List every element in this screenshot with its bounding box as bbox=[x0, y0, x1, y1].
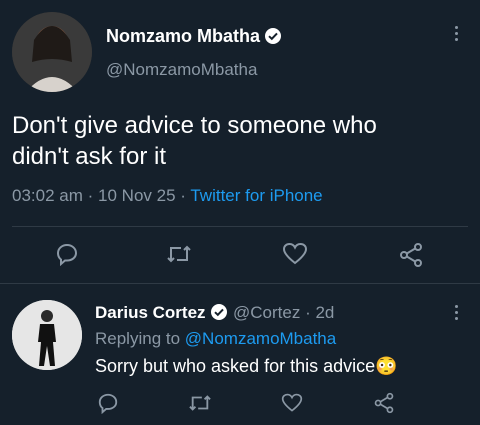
retweet-icon[interactable] bbox=[188, 392, 212, 414]
author-avatar[interactable] bbox=[12, 12, 92, 92]
share-icon[interactable] bbox=[373, 392, 395, 414]
meta-separator: · bbox=[305, 303, 311, 322]
replying-prefix: Replying to bbox=[95, 329, 181, 348]
heart-icon[interactable] bbox=[282, 242, 308, 266]
meta-separator: · bbox=[87, 186, 94, 205]
tweet-time: 03:02 am bbox=[12, 186, 83, 205]
meta-separator: · bbox=[180, 186, 186, 205]
heart-icon[interactable] bbox=[281, 392, 303, 414]
verified-badge-icon bbox=[210, 303, 228, 321]
more-vertical-icon[interactable] bbox=[455, 26, 458, 41]
replying-to: Replying to @NomzamoMbatha bbox=[95, 329, 336, 349]
reply-age: 2d bbox=[315, 303, 335, 322]
tweet-source[interactable]: Twitter for iPhone bbox=[190, 186, 322, 205]
reply-author-avatar[interactable] bbox=[12, 300, 82, 370]
reply-text: Sorry but who asked for this advice😳 bbox=[95, 356, 398, 377]
tweet-text-line1: Don't give advice to someone who bbox=[12, 112, 377, 139]
share-icon[interactable] bbox=[398, 242, 424, 268]
reply-icon[interactable] bbox=[97, 392, 119, 414]
author-name[interactable]: Nomzamo Mbatha bbox=[106, 26, 260, 46]
more-vertical-icon[interactable] bbox=[455, 305, 458, 320]
reply-text-body: Sorry but who asked for this advice bbox=[95, 356, 376, 376]
reply-header: Darius Cortez @Cortez · 2d bbox=[95, 303, 445, 323]
tweet-text: Don't give advice to someone who didn't … bbox=[12, 110, 472, 172]
tweet-meta: 03:02 am · 10 Nov 25 · Twitter for iPhon… bbox=[12, 186, 323, 206]
reply-author-handle[interactable]: @Cortez bbox=[233, 303, 300, 322]
flushed-emoji: 😳 bbox=[375, 356, 398, 376]
author-handle[interactable]: @NomzamoMbatha bbox=[106, 60, 257, 80]
author-header: Nomzamo Mbatha bbox=[106, 26, 436, 47]
divider bbox=[12, 226, 468, 227]
retweet-icon[interactable] bbox=[166, 242, 192, 266]
tweet-text-line2: didn't ask for it bbox=[12, 143, 166, 170]
tweet-date: 10 Nov 25 bbox=[98, 186, 176, 205]
reply-author-name[interactable]: Darius Cortez bbox=[95, 303, 206, 322]
replying-handle[interactable]: @NomzamoMbatha bbox=[185, 329, 336, 348]
divider bbox=[0, 283, 480, 284]
reply-icon[interactable] bbox=[55, 242, 79, 266]
verified-badge-icon bbox=[264, 27, 282, 45]
